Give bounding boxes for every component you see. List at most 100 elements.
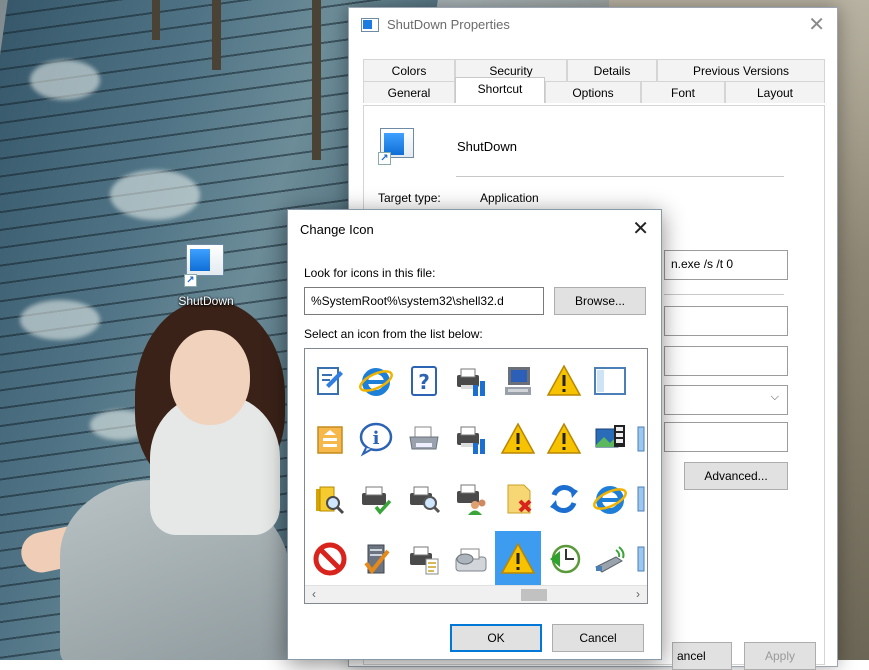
icon-cell[interactable] bbox=[307, 353, 353, 409]
shortcut-app-icon: ↗ bbox=[180, 242, 232, 287]
icon-cell[interactable] bbox=[631, 531, 647, 587]
warning-icon bbox=[500, 422, 536, 454]
scroll-left-icon[interactable]: ‹ bbox=[306, 587, 322, 601]
run-select[interactable]: ⌵ bbox=[664, 385, 788, 415]
icon-file-path-input[interactable]: %SystemRoot%\system32\shell32.d bbox=[304, 287, 544, 315]
usb-wireless-icon bbox=[595, 546, 625, 573]
icon-cell[interactable] bbox=[587, 411, 633, 467]
tab-colors[interactable]: Colors bbox=[363, 59, 455, 81]
folder-search-icon bbox=[316, 486, 345, 515]
wallpaper-light bbox=[30, 60, 100, 100]
icon-cell[interactable] bbox=[353, 531, 399, 587]
chevron-down-icon: ⌵ bbox=[770, 391, 779, 403]
tab-previous-versions[interactable]: Previous Versions bbox=[657, 59, 825, 81]
fax-icon bbox=[455, 548, 487, 572]
desktop-shortcut-shutdown[interactable]: ↗ ShutDown bbox=[168, 242, 244, 308]
icon-cell[interactable]: ? bbox=[401, 353, 447, 409]
apply-button[interactable]: Apply bbox=[744, 642, 816, 670]
icon-cell[interactable] bbox=[587, 471, 633, 527]
icon-cell[interactable] bbox=[541, 411, 587, 467]
printer-network-icon bbox=[457, 426, 485, 454]
shield-icon bbox=[636, 363, 648, 399]
wallpaper-person-face bbox=[170, 330, 250, 425]
start-in-field[interactable] bbox=[664, 306, 788, 336]
stack-icon bbox=[317, 426, 343, 454]
horizontal-scrollbar[interactable]: ‹ › bbox=[305, 585, 647, 603]
app-window-icon bbox=[361, 18, 379, 32]
close-icon[interactable]: ✕ bbox=[808, 12, 825, 37]
properties-titlebar[interactable]: ShutDown Properties ✕ bbox=[349, 8, 837, 42]
target-field[interactable]: n.exe /s /t 0 bbox=[664, 250, 788, 280]
icon-list[interactable]: ? i ‹ › bbox=[304, 348, 648, 604]
icon-cell[interactable] bbox=[587, 353, 633, 409]
tab-shortcut[interactable]: Shortcut bbox=[455, 77, 545, 103]
server-check-icon bbox=[364, 544, 390, 575]
icon-cell[interactable] bbox=[353, 471, 399, 527]
printer-doc-icon bbox=[410, 546, 439, 575]
icon-cell[interactable] bbox=[448, 531, 494, 587]
advanced-button[interactable]: Advanced... bbox=[684, 462, 788, 490]
ok-button[interactable]: OK bbox=[450, 624, 542, 652]
photo-film-icon bbox=[595, 425, 625, 448]
document-edit-icon bbox=[317, 367, 343, 395]
icon-cell[interactable] bbox=[495, 471, 541, 527]
properties-tabs: Colors Security Details Previous Version… bbox=[363, 59, 825, 103]
look-for-icons-label: Look for icons in this file: bbox=[304, 266, 436, 280]
icon-cell[interactable] bbox=[448, 353, 494, 409]
divider bbox=[456, 176, 784, 177]
icon-cell[interactable] bbox=[495, 411, 541, 467]
tab-details[interactable]: Details bbox=[567, 59, 657, 81]
partial-icon bbox=[637, 546, 645, 572]
icon-cell[interactable] bbox=[631, 471, 647, 527]
scroll-right-icon[interactable]: › bbox=[630, 587, 646, 601]
desktop-shortcut-label: ShutDown bbox=[178, 294, 234, 308]
icon-cell[interactable] bbox=[307, 471, 353, 527]
help-icon: ? bbox=[411, 366, 437, 396]
icon-cell[interactable] bbox=[353, 353, 399, 409]
printer-people-icon bbox=[457, 484, 486, 515]
target-type-value: Application bbox=[480, 191, 539, 205]
icon-cell[interactable] bbox=[541, 353, 587, 409]
icon-cell[interactable] bbox=[495, 353, 541, 409]
printer-icon bbox=[409, 426, 439, 450]
icon-cell[interactable] bbox=[307, 531, 353, 587]
scrollbar-thumb[interactable] bbox=[521, 589, 547, 601]
wallpaper-light bbox=[20, 300, 100, 340]
change-icon-dialog: Change Icon ✕ Look for icons in this fil… bbox=[287, 209, 662, 660]
computer-icon bbox=[505, 367, 531, 395]
wallpaper-rail bbox=[212, 0, 221, 70]
select-icon-label: Select an icon from the list below: bbox=[304, 327, 483, 341]
tab-general[interactable]: General bbox=[363, 81, 455, 103]
refresh-icon bbox=[550, 485, 578, 513]
cancel-button[interactable]: ancel bbox=[672, 642, 732, 670]
warning-icon bbox=[500, 542, 536, 574]
tab-font[interactable]: Font bbox=[641, 81, 725, 103]
icon-cell[interactable] bbox=[541, 471, 587, 527]
cancel-button[interactable]: Cancel bbox=[552, 624, 644, 652]
shortcut-app-icon: ↗ bbox=[378, 126, 420, 165]
icon-cell[interactable]: i bbox=[353, 411, 399, 467]
printer-check-icon bbox=[362, 486, 392, 515]
target-type-label: Target type: bbox=[378, 191, 441, 205]
icon-cell[interactable] bbox=[448, 411, 494, 467]
icon-cell[interactable] bbox=[631, 411, 647, 467]
icon-cell[interactable] bbox=[587, 531, 633, 587]
icon-cell[interactable] bbox=[448, 471, 494, 527]
icon-cell[interactable] bbox=[307, 411, 353, 467]
icon-cell[interactable] bbox=[401, 471, 447, 527]
browse-button[interactable]: Browse... bbox=[554, 287, 646, 315]
svg-text:i: i bbox=[373, 428, 380, 449]
no-entry-icon bbox=[313, 542, 347, 576]
shortcut-key-field[interactable] bbox=[664, 346, 788, 376]
clock-globe-icon bbox=[550, 544, 581, 574]
tab-layout[interactable]: Layout bbox=[725, 81, 825, 103]
icon-cell[interactable] bbox=[631, 353, 648, 409]
icon-cell[interactable] bbox=[401, 411, 447, 467]
icon-cell[interactable] bbox=[401, 531, 447, 587]
comment-field[interactable] bbox=[664, 422, 788, 452]
icon-cell[interactable] bbox=[541, 531, 587, 587]
close-icon[interactable]: ✕ bbox=[632, 216, 649, 241]
tab-options[interactable]: Options bbox=[545, 81, 641, 103]
icon-cell[interactable] bbox=[495, 531, 541, 587]
wallpaper-rail bbox=[152, 0, 160, 40]
